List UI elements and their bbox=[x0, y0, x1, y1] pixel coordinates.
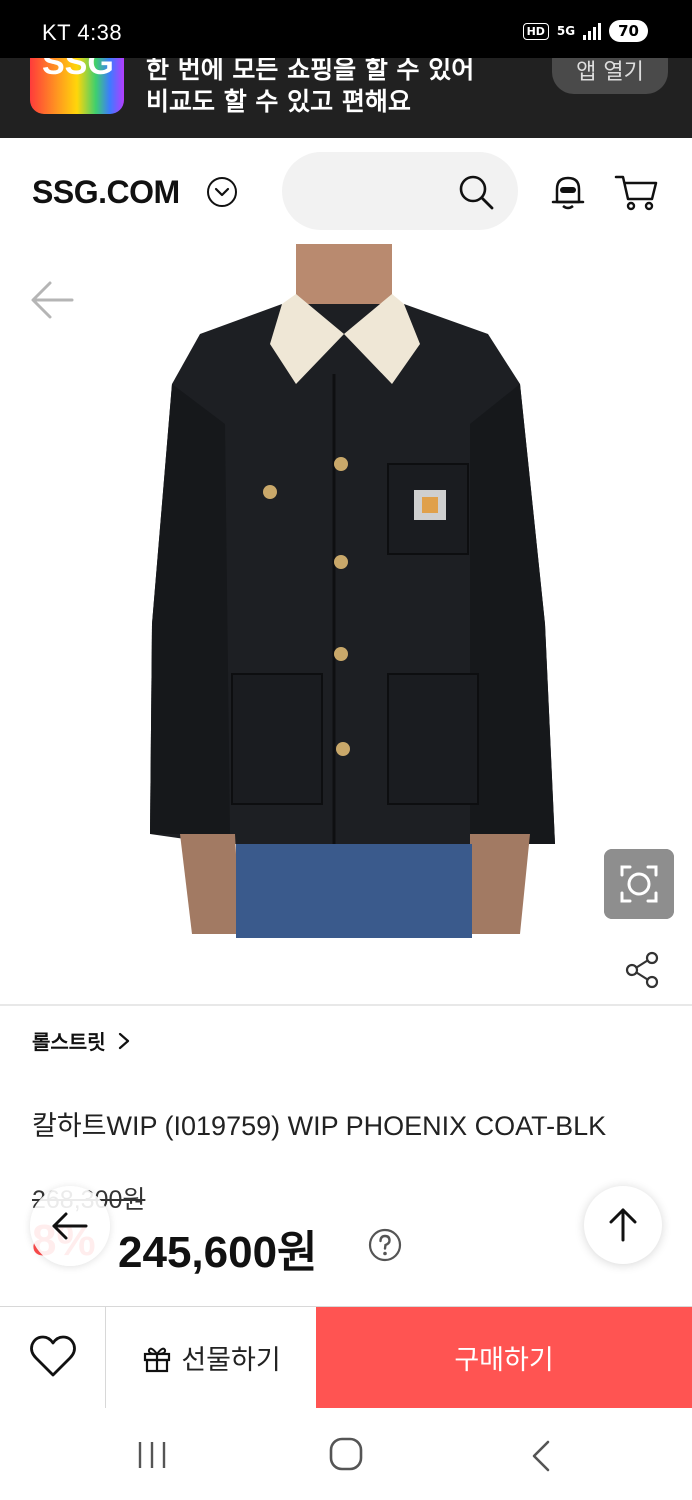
scroll-to-top-button[interactable] bbox=[584, 1186, 662, 1264]
store-link[interactable]: 롤스트릿 bbox=[32, 1026, 130, 1055]
product-title: 칼하트WIP (I019759) WIP PHOENIX COAT-BLK bbox=[32, 1111, 607, 1141]
banner-text-line2: 비교도 할 수 있고 편해요 bbox=[146, 87, 411, 116]
arrow-left-icon bbox=[52, 1212, 88, 1240]
heart-icon bbox=[30, 1335, 76, 1377]
app-install-banner: SSG 한 번에 모든 쇼핑을 할 수 있어 비교도 할 수 있고 편해요 앱 … bbox=[0, 58, 692, 138]
arrow-up-icon bbox=[609, 1208, 637, 1242]
status-icons: HD 5G 70 bbox=[522, 20, 648, 42]
buy-label: 구매하기 bbox=[454, 1345, 554, 1376]
recent-apps-icon[interactable] bbox=[134, 1438, 170, 1472]
back-arrow-icon[interactable] bbox=[20, 270, 86, 330]
carrier-time: KT 4:38 bbox=[42, 20, 123, 45]
site-logo[interactable]: SSG.COM bbox=[32, 174, 180, 211]
status-bar: KT 4:38 HD 5G 70 bbox=[0, 0, 692, 62]
image-search-lens-icon[interactable] bbox=[604, 849, 674, 919]
site-header: SSG.COM bbox=[0, 138, 692, 244]
chevron-down-icon[interactable] bbox=[206, 176, 238, 208]
floating-back-button[interactable] bbox=[30, 1186, 110, 1266]
notification-bell-icon[interactable] bbox=[548, 172, 588, 212]
cart-icon[interactable] bbox=[614, 172, 660, 212]
ssg-app-logo-text: SSG bbox=[42, 58, 114, 82]
product-detail-page: KT 4:38 HD 5G 70 SSG 한 번에 모든 쇼핑을 할 수 있어 … bbox=[0, 0, 692, 1500]
system-navigation-bar bbox=[0, 1408, 692, 1500]
wishlist-button[interactable] bbox=[0, 1307, 106, 1408]
gift-icon bbox=[144, 1347, 171, 1372]
chevron-right-icon bbox=[118, 1032, 129, 1049]
share-icon[interactable] bbox=[622, 950, 662, 990]
buy-button[interactable]: 구매하기 bbox=[316, 1307, 692, 1408]
network-icon: 5G bbox=[556, 24, 576, 38]
battery-indicator: 70 bbox=[609, 20, 648, 42]
jacket-photo bbox=[150, 244, 555, 938]
store-name: 롤스트릿 bbox=[32, 1030, 106, 1054]
gift-label: 선물하기 bbox=[181, 1345, 281, 1376]
system-back-icon[interactable] bbox=[526, 1438, 556, 1474]
product-image[interactable] bbox=[0, 244, 692, 938]
hd-icon: HD bbox=[522, 22, 549, 40]
ssg-app-logo: SSG bbox=[30, 58, 124, 114]
signal-icon bbox=[583, 22, 602, 40]
sale-price: 245,600원 bbox=[118, 1228, 318, 1277]
divider bbox=[0, 1004, 692, 1006]
help-question-icon[interactable] bbox=[368, 1228, 402, 1262]
home-icon[interactable] bbox=[328, 1436, 364, 1472]
purchase-action-bar: 선물하기 구매하기 bbox=[0, 1306, 692, 1408]
search-icon[interactable] bbox=[456, 172, 496, 212]
gift-button[interactable]: 선물하기 bbox=[106, 1307, 316, 1408]
open-app-button[interactable]: 앱 열기 bbox=[552, 58, 668, 94]
